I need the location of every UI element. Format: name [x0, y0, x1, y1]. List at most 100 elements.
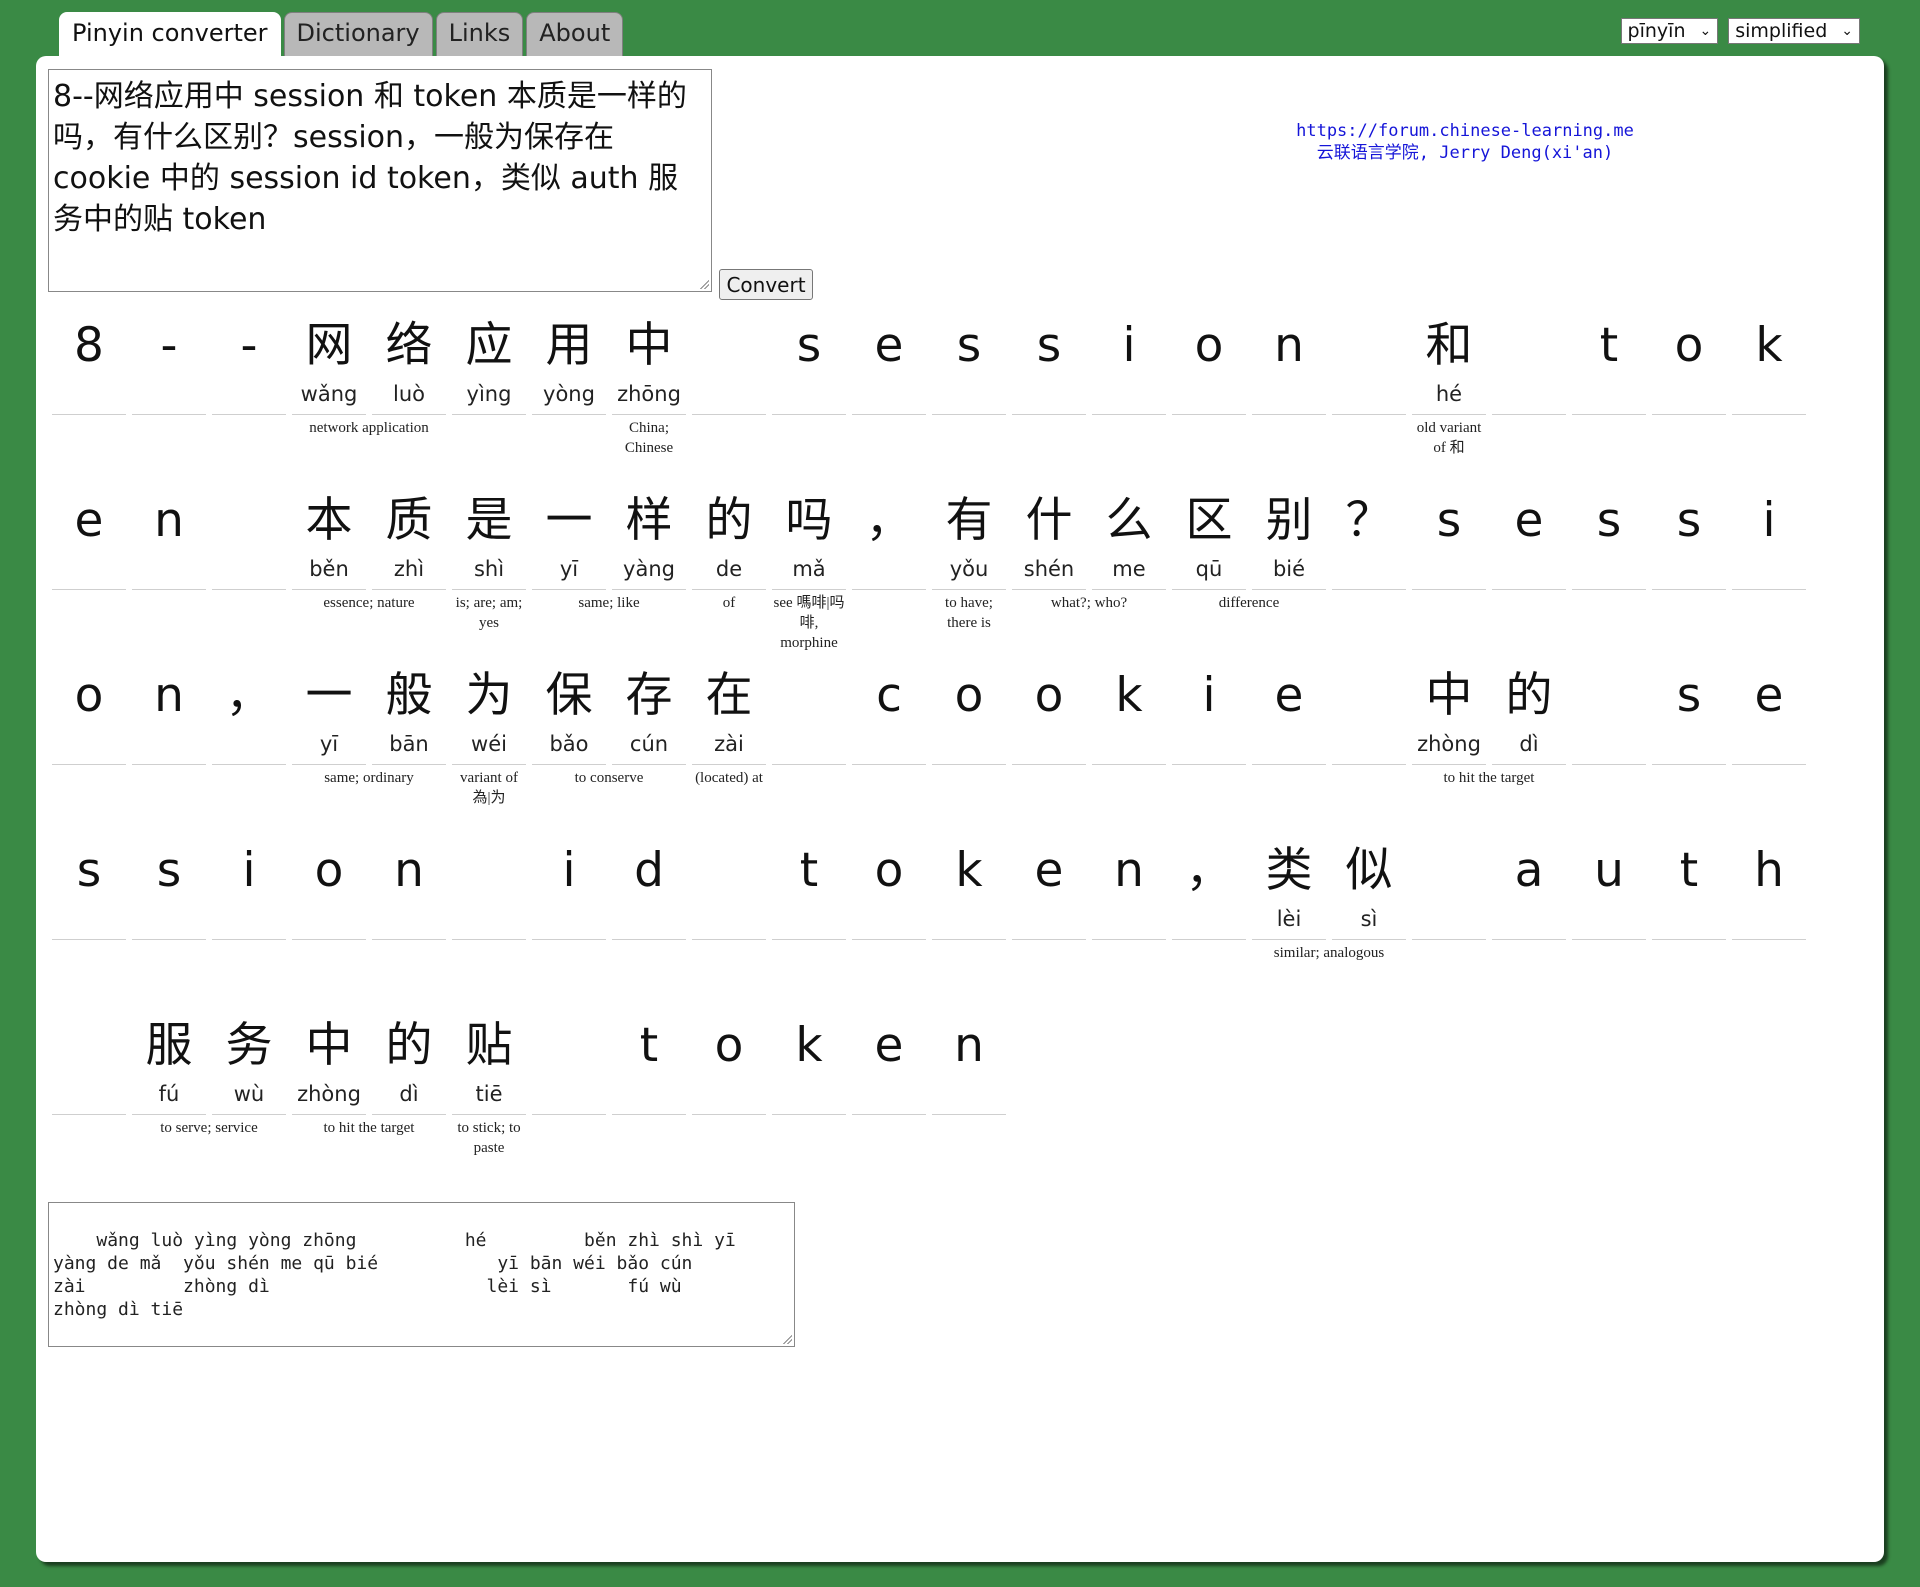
pinyin-output-textarea[interactable]: wǎng luò yìng yòng zhōng hé běn zhì shì …	[48, 1202, 795, 1347]
resize-grip-icon[interactable]	[699, 279, 709, 289]
char-cell: o	[1172, 318, 1252, 485]
tab-about[interactable]: About	[526, 12, 624, 56]
character: i	[1122, 318, 1136, 373]
char-cell: o	[1652, 318, 1732, 485]
convert-button[interactable]: Convert	[719, 269, 813, 300]
char-cell	[1412, 843, 1492, 1010]
pinyin: luò	[393, 382, 425, 406]
cell-underline	[612, 589, 686, 590]
character	[1412, 847, 1486, 895]
char-cell: 吗 mǎ see 嗎啡|吗啡, morphine	[772, 493, 852, 660]
tab-dictionary[interactable]: Dictionary	[283, 12, 433, 56]
cell-underline	[1012, 414, 1086, 415]
character: n	[154, 668, 184, 723]
char-cell	[1492, 318, 1572, 485]
char-cell	[692, 843, 772, 1010]
pinyin: cún	[629, 732, 669, 756]
character: d	[634, 843, 664, 898]
character: 是	[465, 493, 513, 548]
char-cell	[1332, 318, 1412, 485]
char-cell: ，	[852, 493, 932, 660]
character: 中	[305, 1018, 353, 1073]
cell-underline	[1252, 764, 1326, 765]
char-cell: 务 wù	[212, 1018, 292, 1185]
cell-underline	[52, 1114, 126, 1115]
character: ，	[865, 493, 913, 548]
cell-underline	[1732, 414, 1806, 415]
cell-underline	[1172, 764, 1246, 765]
character: e	[874, 318, 904, 373]
cell-underline	[932, 764, 1006, 765]
pinyin: fú	[158, 1082, 180, 1106]
char-cell: a	[1492, 843, 1572, 1010]
site-credit: 云联语言学院, Jerry Deng(xi'an)	[1316, 143, 1614, 163]
tab-bar: Pinyin converter Dictionary Links About	[59, 12, 624, 58]
definition: variant of 為|为	[460, 770, 518, 806]
tab-links[interactable]: Links	[435, 12, 524, 56]
char-cell: 似 sì	[1332, 843, 1412, 1010]
cell-underline	[1172, 589, 1246, 590]
definition: to have; there is	[945, 595, 993, 631]
cell-underline	[132, 939, 206, 940]
character: 应	[465, 318, 513, 373]
char-cell: 贴 tiē to stick; to paste	[452, 1018, 532, 1185]
cell-underline	[612, 764, 686, 765]
char-cell: u	[1572, 843, 1652, 1010]
char-cell: n	[1252, 318, 1332, 485]
pinyin: bǎo	[549, 732, 589, 756]
char-cell: 服 fú to serve; service	[132, 1018, 258, 1185]
char-cell: 的 dì	[372, 1018, 452, 1185]
definition: of	[722, 595, 736, 611]
cell-underline	[372, 1114, 446, 1115]
cell-underline	[1012, 589, 1086, 590]
cell-underline	[52, 764, 126, 765]
char-cell	[452, 843, 532, 1010]
pinyin: mǎ	[792, 557, 826, 581]
options-bar: pīnyīn ⌄ simplified ⌄	[1620, 18, 1860, 44]
cell-underline	[1652, 939, 1726, 940]
site-url-link[interactable]: https://forum.chinese-learning.me	[1220, 120, 1710, 142]
source-text-input[interactable]: 8--网络应用中 session 和 token 本质是一样的吗，有什么区别？s…	[48, 69, 712, 292]
char-cell: o	[1012, 668, 1092, 835]
resize-grip-icon[interactable]	[782, 1334, 792, 1344]
cell-underline	[852, 1114, 926, 1115]
character: 8	[74, 318, 104, 373]
char-cell	[212, 493, 292, 660]
pinyin: me	[1112, 557, 1146, 581]
definition: see 嗎啡|吗啡, morphine	[773, 595, 845, 651]
cell-underline	[132, 764, 206, 765]
character	[1492, 322, 1566, 370]
pinyin: yī	[559, 557, 579, 581]
character: 贴	[465, 1018, 513, 1073]
character: s	[76, 843, 102, 898]
character: s	[1596, 493, 1622, 548]
char-cell: e	[52, 493, 132, 660]
char-cell: 样 yàng	[612, 493, 692, 660]
cell-underline	[1652, 589, 1726, 590]
character: 一	[305, 668, 353, 723]
character	[52, 1022, 126, 1070]
char-cell: i	[1172, 668, 1252, 835]
chevron-down-icon: ⌄	[1699, 23, 1712, 39]
cell-underline	[1172, 414, 1246, 415]
tone-mode-select[interactable]: pīnyīn ⌄	[1620, 18, 1719, 44]
cell-underline	[292, 764, 366, 765]
character: o	[954, 668, 984, 723]
pinyin: zài	[714, 732, 744, 756]
cell-underline	[1012, 764, 1086, 765]
char-cell: o	[852, 843, 932, 1010]
script-select[interactable]: simplified ⌄	[1728, 18, 1860, 44]
tab-pinyin-converter[interactable]: Pinyin converter	[59, 12, 281, 58]
cell-underline	[1092, 764, 1166, 765]
character: n	[1114, 843, 1144, 898]
pinyin: de	[715, 557, 743, 581]
pinyin: běn	[309, 557, 349, 581]
cell-underline	[372, 939, 446, 940]
char-cell: t	[1572, 318, 1652, 485]
cell-underline	[932, 939, 1006, 940]
cell-underline	[532, 764, 606, 765]
cell-underline	[1252, 939, 1326, 940]
cell-underline	[1092, 414, 1166, 415]
char-cell	[1332, 668, 1412, 835]
character: 吗	[785, 493, 833, 548]
